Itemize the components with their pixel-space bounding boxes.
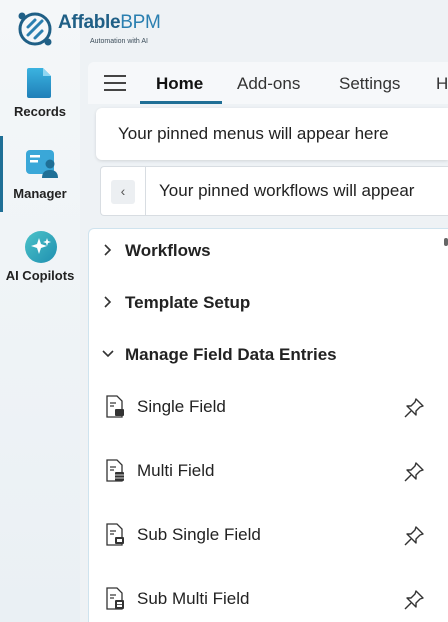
rail-item-manager[interactable]: Manager (0, 136, 80, 212)
multi-field-icon (106, 459, 124, 482)
pinned-workflows-bar: ‹ Your pinned workflows will appear (100, 166, 448, 216)
pinned-menus-placeholder: Your pinned menus will appear here (118, 124, 389, 143)
tab-truncated[interactable]: H (436, 74, 448, 94)
brand-logo[interactable]: AffableBPM Automation with AI (16, 8, 166, 52)
menu-panel: Workflows Template Setup Manage Field Da… (88, 228, 448, 622)
pin-icon[interactable] (403, 397, 425, 419)
divider (145, 167, 146, 215)
document-icon (24, 66, 56, 98)
entry-label: Multi Field (137, 461, 215, 480)
sparkle-icon (24, 230, 57, 263)
left-rail: AffableBPM Automation with AI Records Ma… (0, 0, 161, 622)
sub-single-field-icon (106, 523, 124, 546)
brand-name-part2: BPM (120, 12, 161, 33)
scrollbar-thumb[interactable] (444, 238, 448, 246)
section-template-setup[interactable]: Template Setup (89, 289, 448, 319)
section-label: Workflows (125, 241, 211, 260)
chevron-right-icon (104, 296, 112, 308)
section-workflows[interactable]: Workflows (89, 237, 448, 267)
single-field-icon (106, 395, 124, 418)
menu-entry-multi-field[interactable]: Multi Field (89, 453, 448, 493)
menu-entry-sub-single-field[interactable]: Sub Single Field (89, 517, 448, 557)
scroll-left-button[interactable]: ‹ (111, 180, 135, 204)
active-tab-indicator (140, 101, 222, 104)
brand-name: AffableBPM (58, 12, 161, 34)
rail-item-label: Records (13, 104, 67, 119)
menu-entry-single-field[interactable]: Single Field (89, 389, 448, 429)
tab-bar: Home Add-ons Settings H (88, 62, 448, 104)
pinned-menus-bar: Your pinned menus will appear here (96, 108, 448, 160)
tab-add-ons[interactable]: Add-ons (237, 74, 300, 94)
chevron-right-icon (104, 244, 112, 256)
entry-label: Single Field (137, 397, 226, 416)
brand-tagline: Automation with AI (90, 38, 148, 45)
hamburger-menu-icon[interactable] (104, 75, 126, 91)
brand-logo-icon (18, 12, 52, 46)
pin-icon[interactable] (403, 525, 425, 547)
sub-multi-field-icon (106, 587, 124, 610)
menu-entry-sub-multi-field[interactable]: Sub Multi Field (89, 581, 448, 621)
tab-home[interactable]: Home (156, 74, 203, 94)
pinned-workflows-placeholder: Your pinned workflows will appear (159, 181, 415, 200)
pin-icon[interactable] (403, 461, 425, 483)
chevron-left-icon: ‹ (120, 183, 126, 199)
chevron-down-icon (102, 350, 114, 358)
entry-label: Sub Single Field (137, 525, 261, 544)
manager-icon (24, 148, 58, 180)
section-label: Manage Field Data Entries (125, 345, 337, 364)
rail-item-label: Manager (13, 186, 67, 201)
pin-icon[interactable] (403, 589, 425, 611)
entry-label: Sub Multi Field (137, 589, 250, 608)
rail-item-ai-copilots[interactable]: AI Copilots (0, 230, 80, 283)
rail-item-label: AI Copilots (5, 268, 75, 283)
tab-settings[interactable]: Settings (339, 74, 400, 94)
section-label: Template Setup (125, 293, 251, 312)
brand-name-part1: Affable (58, 12, 121, 33)
section-manage-field-data-entries[interactable]: Manage Field Data Entries (89, 341, 448, 371)
rail-item-records[interactable]: Records (0, 66, 80, 119)
